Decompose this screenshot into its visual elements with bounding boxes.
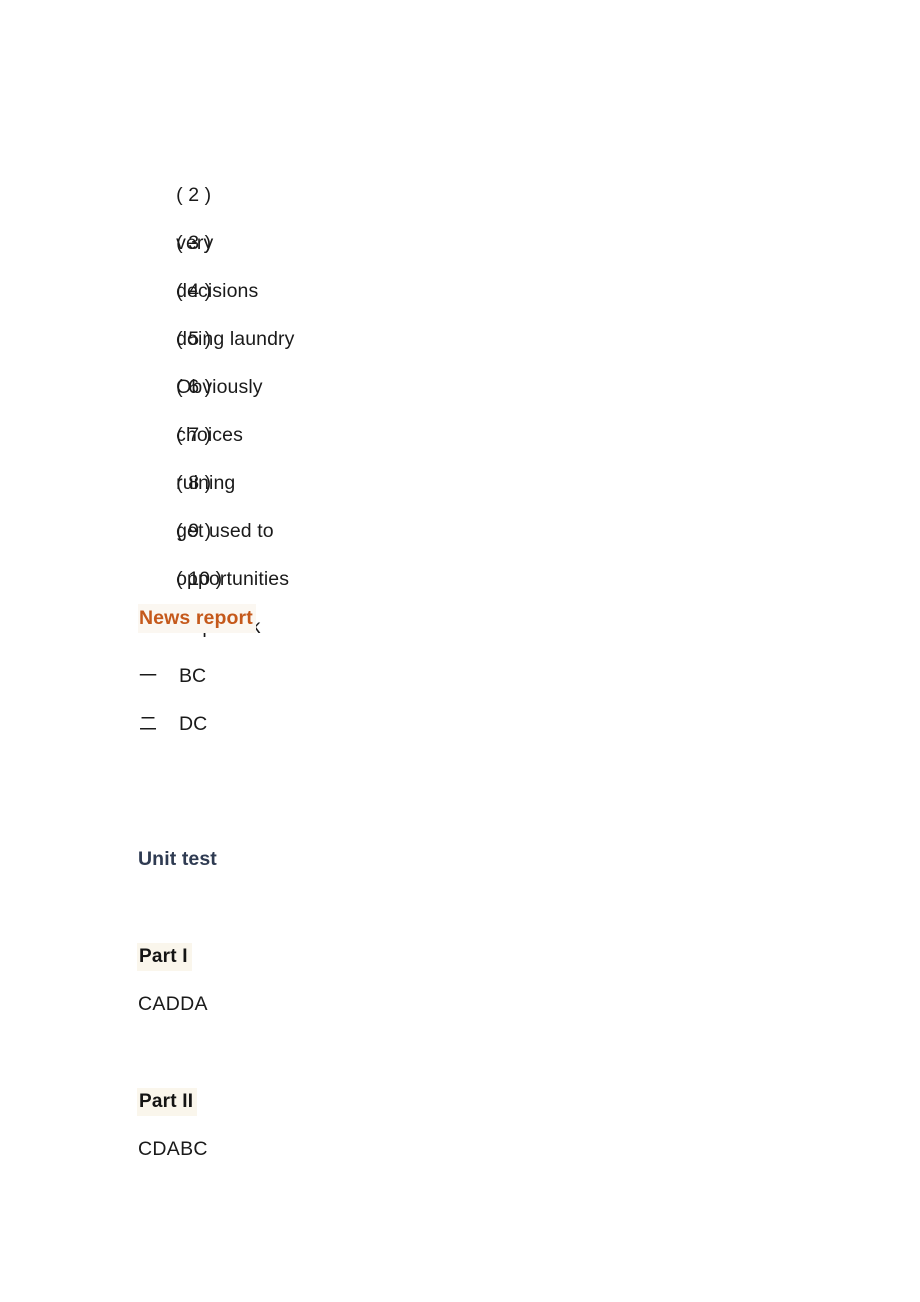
answer-text: DC <box>179 713 208 735</box>
list-item: ( 2 ) very <box>143 123 295 254</box>
section-heading-news-report: News report <box>138 604 256 633</box>
cjk-numeral-marker: 一 <box>139 666 157 687</box>
cloze-answer-list: ( 2 ) very ( 3 ) decisions ( 4 ) doing l… <box>143 123 295 638</box>
cjk-numeral-marker: 二 <box>139 714 157 735</box>
list-item: 一 BC <box>139 652 207 700</box>
document-page: ( 2 ) very ( 3 ) decisions ( 4 ) doing l… <box>0 0 920 1302</box>
answer-number: ( 9 ) <box>176 520 212 542</box>
list-item: 二 DC <box>139 700 207 748</box>
answer-number: ( 4 ) <box>176 280 212 302</box>
answer-number: ( 5 ) <box>176 328 212 350</box>
answer-number: ( 6 ) <box>176 376 212 398</box>
answer-number: ( 2 ) <box>176 184 212 206</box>
answer-text: BC <box>179 665 207 687</box>
answer-number: ( 8 ) <box>176 472 212 494</box>
part-answer-1: CADDA <box>138 993 208 1015</box>
section-heading-unit-test: Unit test <box>138 848 217 870</box>
part-label-2: Part II <box>137 1088 198 1116</box>
part-answer-2: CDABC <box>138 1138 208 1160</box>
answer-number: ( 3 ) <box>176 232 212 254</box>
news-report-answer-list: 一 BC 二 DC <box>139 652 207 748</box>
answer-number: ( 7 ) <box>176 424 212 446</box>
part-label-1: Part I <box>137 943 192 971</box>
answer-number: ( 10 ) <box>176 568 223 590</box>
